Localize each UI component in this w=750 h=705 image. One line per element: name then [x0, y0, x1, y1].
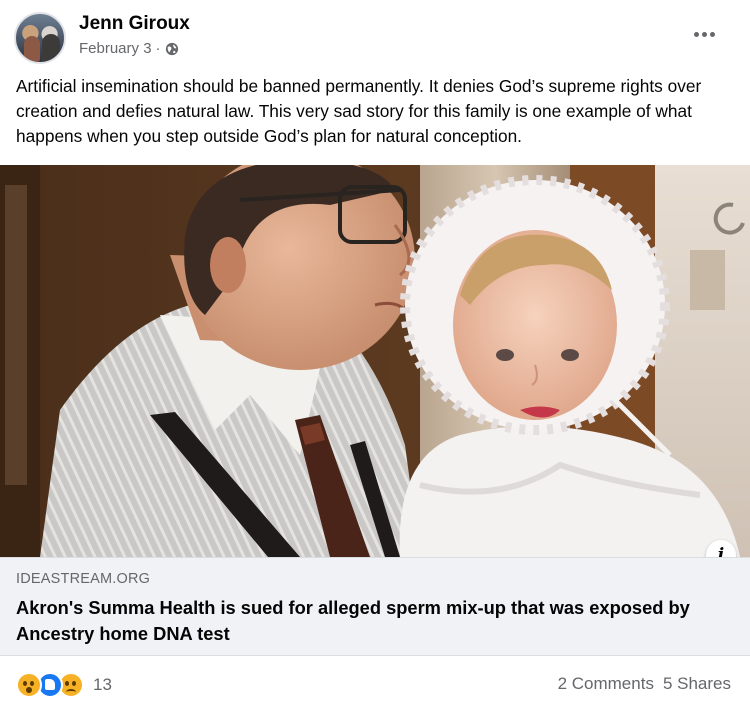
comments-count-link[interactable]: 2 Comments — [558, 674, 654, 694]
post-footer: 13 2 Comments 5 Shares — [0, 656, 750, 705]
more-dot-icon — [693, 31, 699, 37]
globe-icon[interactable] — [165, 42, 179, 56]
link-domain: IDEASTREAM.ORG — [16, 571, 151, 587]
meta-separator: · — [155, 40, 161, 57]
post-date[interactable]: February 3 — [79, 40, 152, 57]
facebook-post: Jenn Giroux February 3 · Artificial inse… — [0, 0, 750, 705]
author-name[interactable]: Jenn Giroux — [79, 13, 190, 35]
more-dot-icon — [701, 31, 707, 37]
more-options-button[interactable] — [686, 16, 722, 52]
engagement-stats: 2 Comments 5 Shares — [558, 674, 731, 694]
link-title[interactable]: Akron's Summa Health is sued for alleged… — [16, 595, 716, 647]
reactions-summary[interactable]: 13 — [16, 672, 112, 698]
photo-illustration — [0, 165, 750, 557]
post-header: Jenn Giroux February 3 · — [0, 0, 750, 70]
author-avatar[interactable] — [14, 12, 66, 64]
reaction-count: 13 — [93, 675, 112, 694]
link-preview-image[interactable]: i — [0, 165, 750, 557]
wow-reaction-icon — [16, 672, 42, 698]
avatar-figure-right — [42, 34, 60, 62]
post-meta: February 3 · — [79, 40, 179, 57]
link-preview[interactable]: IDEASTREAM.ORG Akron's Summa Health is s… — [0, 557, 750, 656]
post-body-text: Artificial insemination should be banned… — [16, 76, 702, 146]
shares-count-link[interactable]: 5 Shares — [663, 674, 731, 694]
avatar-figure-left — [24, 36, 40, 62]
info-icon: i — [717, 545, 725, 557]
more-dot-icon — [709, 31, 715, 37]
